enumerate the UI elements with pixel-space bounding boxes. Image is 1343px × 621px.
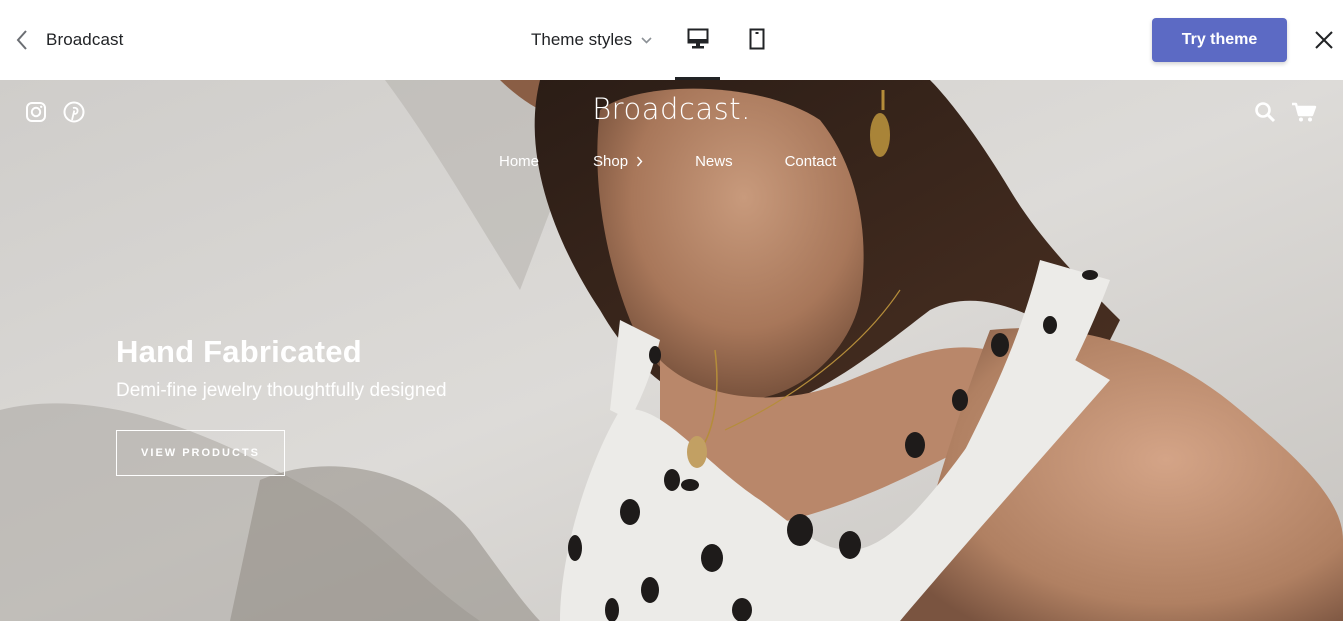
store-logo[interactable]: Broadcast. [592,92,751,126]
main-navigation: Home Shop News Contact [499,153,836,170]
nav-news[interactable]: News [695,153,733,170]
chevron-right-icon [637,156,643,167]
chevron-down-icon [641,36,652,44]
nav-shop[interactable]: Shop [593,153,643,170]
theme-styles-label: Theme styles [531,30,633,49]
instagram-icon [26,102,46,122]
search-button[interactable] [1252,99,1278,125]
theme-styles-dropdown[interactable]: Theme styles [531,28,652,52]
pinterest-icon [63,101,85,123]
theme-name[interactable]: Broadcast [46,30,123,50]
try-theme-button[interactable]: Try theme [1152,18,1287,62]
cart-icon [1292,102,1317,122]
desktop-icon [687,28,708,49]
nav-shop-label: Shop [593,153,629,170]
store-preview: Broadcast. Home Shop News Contact Hand F… [0,80,1343,621]
pinterest-link[interactable] [62,100,86,124]
hero-subtitle: Demi-fine jewelry thoughtfully designed [116,380,447,401]
chevron-left-icon [16,30,27,50]
nav-home-label: Home [499,153,540,170]
mobile-view-button[interactable] [734,18,779,80]
nav-news-label: News [695,153,733,170]
search-icon [1255,102,1276,123]
nav-home[interactable]: Home [499,153,539,170]
nav-contact-label: Contact [784,153,837,170]
desktop-view-button[interactable] [675,18,720,80]
close-button[interactable] [1308,24,1340,56]
mobile-icon [749,28,764,50]
cart-button[interactable] [1291,99,1317,125]
back-button[interactable] [10,24,34,56]
nav-contact[interactable]: Contact [785,153,837,170]
instagram-link[interactable] [24,100,48,124]
close-icon [1315,31,1333,49]
view-products-button[interactable]: VIEW PRODUCTS [116,430,285,476]
hero-title: Hand Fabricated [116,334,362,369]
preview-toolbar: Broadcast Theme styles Try theme [0,0,1343,80]
